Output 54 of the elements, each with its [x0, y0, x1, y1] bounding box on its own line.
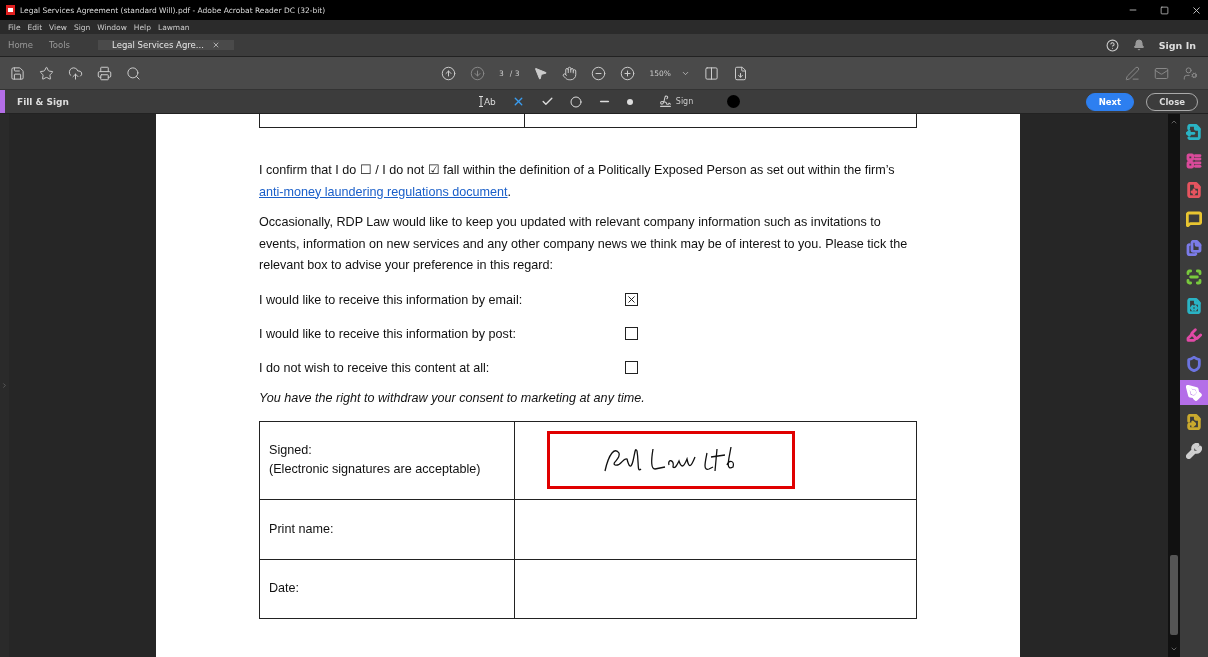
scroll-down-icon[interactable] — [1170, 645, 1178, 653]
add-text-tool[interactable]: Ab — [483, 96, 496, 107]
tool-accent-bar — [0, 90, 5, 113]
checkbox[interactable] — [625, 361, 638, 374]
tab[interactable]: Tools — [41, 40, 79, 50]
hand-icon[interactable] — [562, 65, 578, 81]
close-icon[interactable] — [1191, 4, 1202, 16]
option-label: I do not wish to receive this content at all: — [259, 360, 491, 375]
dot-tool-icon[interactable] — [626, 98, 633, 105]
page-layout-icon[interactable] — [703, 65, 719, 81]
help-icon[interactable] — [1105, 38, 1119, 52]
tab[interactable]: Home — [0, 40, 42, 50]
scroll-mode-icon[interactable] — [732, 65, 748, 81]
signature-field[interactable] — [547, 431, 795, 489]
text-cursor-icon[interactable] — [478, 96, 483, 107]
fill-sign-title: Fill & Sign — [17, 96, 69, 107]
pdf-app-icon — [6, 5, 15, 15]
table-cell-text: Date: — [268, 580, 301, 597]
consent-notice: You have the right to withdraw your consent to marketing at any time. — [259, 389, 646, 407]
print-icon[interactable] — [97, 65, 112, 81]
previous-page-icon[interactable] — [441, 65, 456, 81]
check-tool-icon[interactable] — [540, 95, 554, 108]
upload-icon[interactable] — [68, 65, 83, 81]
marketing-paragraph: Occasionally, RDP Law would like to keep you updated with relevant company information such as invitations to events, information on new services and any other company news we think may be of interest to you. Please tick the relevant box to advise your preference in this regard: — [259, 214, 909, 274]
cross-mark-icon — [626, 294, 637, 305]
save-icon[interactable] — [10, 65, 25, 81]
pointer-icon[interactable] — [533, 65, 549, 81]
star-icon[interactable] — [39, 65, 54, 81]
checkbox[interactable] — [625, 293, 638, 306]
option-label: I would like to receive this information by post: — [259, 326, 517, 341]
table-cell: Print name: — [260, 499, 514, 560]
table-cell: Signed: (Electronic signatures are acceptable) — [260, 421, 514, 500]
signature-icon[interactable] — [658, 95, 672, 108]
next-button[interactable]: Next — [1085, 92, 1135, 111]
option-label: I would like to receive this information by email: — [259, 292, 524, 307]
mail-icon[interactable] — [1154, 65, 1169, 81]
color-swatch-icon[interactable] — [727, 95, 741, 108]
bell-icon[interactable] — [1132, 39, 1145, 51]
tab[interactable]: Legal Services Agre... — [98, 40, 234, 50]
scroll-up-icon[interactable] — [1170, 118, 1178, 126]
sign-label[interactable]: Sign — [675, 97, 694, 106]
regulations-link[interactable]: anti-money laundering regulations document — [259, 184, 508, 199]
checkbox[interactable] — [625, 327, 638, 340]
close-tab-icon[interactable] — [211, 41, 220, 49]
confirmation-text: I confirm that I do ☐ / I do not ☑ fall within the definition of a Politically Exposed Person as set out within the firm’s anti-money laundering regulations document. — [259, 162, 896, 201]
ellipse-tool-icon[interactable] — [569, 95, 582, 108]
scrollbar-thumb[interactable] — [1170, 555, 1178, 635]
search-icon[interactable] — [126, 65, 141, 81]
zoom-out-icon[interactable] — [591, 65, 607, 81]
next-page-icon[interactable] — [470, 65, 485, 81]
sign-in-link[interactable]: Sign In — [1158, 39, 1196, 51]
restore-icon[interactable] — [1160, 5, 1169, 15]
zoom-in-icon[interactable] — [620, 65, 636, 81]
tool-button[interactable] — [1180, 380, 1208, 405]
